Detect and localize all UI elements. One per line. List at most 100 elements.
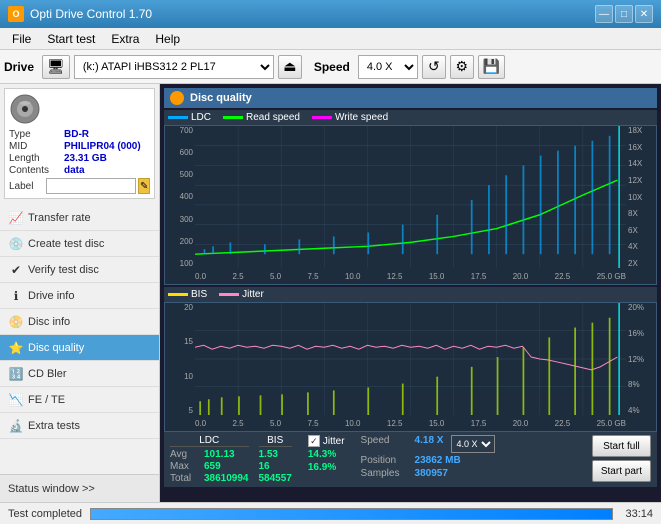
bis-color (168, 293, 188, 296)
save-button[interactable]: 💾 (478, 55, 505, 79)
menu-help[interactable]: Help (147, 30, 188, 48)
refresh-button[interactable]: ↺ (422, 55, 446, 79)
legend-write-speed-label: Write speed (335, 112, 388, 123)
menu-extra[interactable]: Extra (103, 30, 147, 48)
upper-x-axis: 0.0 2.5 5.0 7.5 10.0 12.5 15.0 17.5 20.0… (195, 268, 626, 284)
legend-ldc: LDC (168, 112, 211, 123)
toolbar: Drive 🖥 (k:) ATAPI iHBS312 2 PL17 ⏏ Spee… (0, 50, 661, 84)
create-test-disc-icon: 💿 (8, 236, 24, 252)
length-key: Length (9, 153, 64, 164)
lower-x-axis: 0.0 2.5 5.0 7.5 10.0 12.5 15.0 17.5 20.0… (195, 415, 626, 431)
legend-write-speed: Write speed (312, 112, 388, 123)
nav-create-test-disc[interactable]: 💿 Create test disc (0, 231, 159, 257)
nav-verify-test-disc[interactable]: ✔ Verify test disc (0, 257, 159, 283)
extra-tests-icon: 🔬 (8, 418, 24, 434)
start-full-button[interactable]: Start full (592, 435, 651, 457)
label-edit-button[interactable]: ✎ (138, 178, 150, 194)
status-window-button[interactable]: Status window >> (0, 474, 159, 502)
title-bar: O Opti Drive Control 1.70 — □ ✕ (0, 0, 661, 28)
upper-legend: LDC Read speed Write speed (164, 110, 657, 125)
legend-jitter: Jitter (219, 289, 264, 300)
lower-chart: 20 15 10 5 20% 16% 12% 8% 4% (164, 302, 657, 432)
stats-bis-column: BIS 1.53 16 584557 (259, 435, 292, 484)
nav-fe-te[interactable]: 📉 FE / TE (0, 387, 159, 413)
stats-ldc-column: LDC Avg101.13 Max659 Total38610994 (170, 435, 249, 484)
speed-label: Speed (314, 60, 350, 74)
speed-select[interactable]: 4.0 X (358, 55, 418, 79)
close-button[interactable]: ✕ (635, 5, 653, 23)
maximize-button[interactable]: □ (615, 5, 633, 23)
jitter-checkbox[interactable]: ✓ (308, 435, 320, 447)
legend-read-speed-label: Read speed (246, 112, 300, 123)
upper-y-axis-left: 700 600 500 400 300 200 100 (165, 126, 195, 268)
start-part-button[interactable]: Start part (592, 460, 651, 482)
nav-drive-info[interactable]: ℹ Drive info (0, 283, 159, 309)
read-speed-color (223, 116, 243, 119)
nav-disc-quality[interactable]: ⭐ Disc quality (0, 335, 159, 361)
upper-y-axis-right: 18X 16X 14X 12X 10X 8X 6X 4X 2X (626, 126, 656, 268)
lower-y-axis-right: 20% 16% 12% 8% 4% (626, 303, 656, 415)
lower-legend: BIS Jitter (164, 287, 657, 302)
minimize-button[interactable]: — (595, 5, 613, 23)
nav-extra-tests-label: Extra tests (28, 420, 80, 432)
mid-value: PHILIPR04 (000) (64, 141, 141, 152)
lower-chart-svg (195, 303, 626, 415)
nav-disc-quality-label: Disc quality (28, 342, 84, 354)
mid-key: MID (9, 141, 64, 152)
nav-disc-info-label: Disc info (28, 316, 70, 328)
disc-info-icon: 📀 (8, 314, 24, 330)
fe-te-icon: 📉 (8, 392, 24, 408)
nav-cd-bler[interactable]: 🔢 CD Bler (0, 361, 159, 387)
app-icon: O (8, 6, 24, 22)
menu-file[interactable]: File (4, 30, 39, 48)
progress-bar-container (90, 508, 613, 520)
nav-disc-info[interactable]: 📀 Disc info (0, 309, 159, 335)
drive-info-icon: ℹ (8, 288, 24, 304)
disc-svg-icon (9, 93, 41, 125)
verify-test-disc-icon: ✔ (8, 262, 24, 278)
nav-cd-bler-label: CD Bler (28, 368, 67, 380)
position-value: 23862 MB (415, 455, 461, 466)
position-key: Position (361, 455, 411, 466)
drive-label: Drive (4, 60, 34, 74)
settings-button[interactable]: ⚙ (450, 55, 474, 79)
contents-key: Contents (9, 165, 64, 176)
type-value: BD-R (64, 129, 89, 140)
chart-title-bar: Disc quality (164, 88, 657, 108)
legend-ldc-label: LDC (191, 112, 211, 123)
legend-bis-label: BIS (191, 289, 207, 300)
nav-create-test-disc-label: Create test disc (28, 238, 104, 250)
sidebar-nav: 📈 Transfer rate 💿 Create test disc ✔ Ver… (0, 205, 159, 439)
menu-bar: File Start test Extra Help (0, 28, 661, 50)
disc-details: Type BD-R MID PHILIPR04 (000) Length 23.… (9, 129, 150, 194)
eject-button[interactable]: ⏏ (278, 55, 302, 79)
bis-header: BIS (259, 435, 292, 447)
drive-icon-button[interactable]: 🖥 (42, 55, 70, 79)
write-speed-color (312, 116, 332, 119)
drive-select[interactable]: (k:) ATAPI iHBS312 2 PL17 (74, 55, 274, 79)
nav-extra-tests[interactable]: 🔬 Extra tests (0, 413, 159, 439)
sidebar: Type BD-R MID PHILIPR04 (000) Length 23.… (0, 84, 160, 502)
type-key: Type (9, 129, 64, 140)
legend-read-speed: Read speed (223, 112, 300, 123)
speed-key: Speed (361, 435, 411, 453)
label-input[interactable] (46, 178, 136, 194)
nav-transfer-rate[interactable]: 📈 Transfer rate (0, 205, 159, 231)
jitter-max: 16.9% (308, 462, 336, 473)
speed-select-stats[interactable]: 4.0 X (451, 435, 495, 453)
start-buttons: Start full Start part (592, 435, 651, 482)
nav-fe-te-label: FE / TE (28, 394, 65, 406)
cd-bler-icon: 🔢 (8, 366, 24, 382)
disc-quality-icon: ⭐ (8, 340, 24, 356)
samples-value: 380957 (415, 468, 448, 479)
ldc-color (168, 116, 188, 119)
menu-start-test[interactable]: Start test (39, 30, 103, 48)
ldc-max: 659 (204, 461, 221, 472)
time-text: 33:14 (625, 508, 653, 520)
upper-chart: 700 600 500 400 300 200 100 18X 16X 14X … (164, 125, 657, 285)
chart-title-icon (170, 91, 184, 105)
ldc-avg: 101.13 (204, 449, 235, 460)
samples-key: Samples (361, 468, 411, 479)
speed-position-info: Speed 4.18 X 4.0 X Position 23862 MB Sam… (361, 435, 496, 479)
transfer-rate-icon: 📈 (8, 210, 24, 226)
